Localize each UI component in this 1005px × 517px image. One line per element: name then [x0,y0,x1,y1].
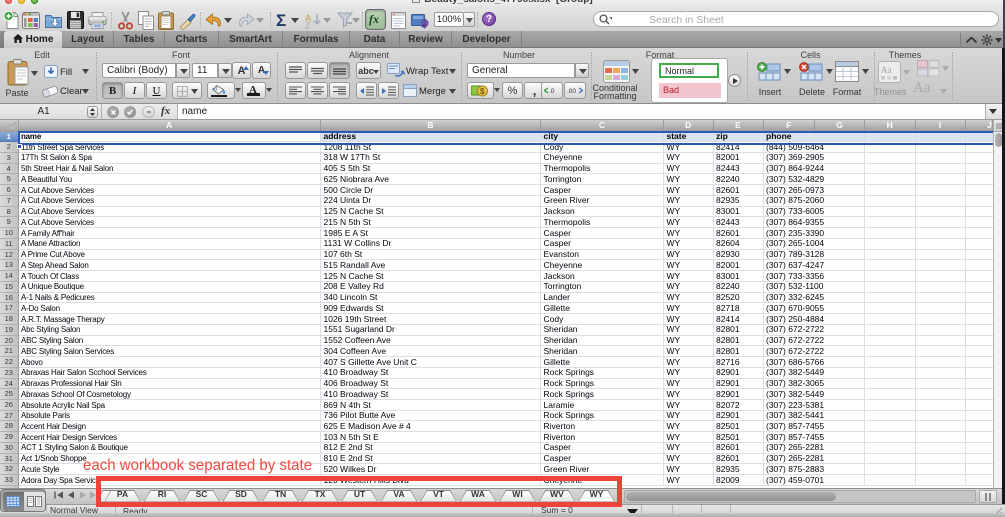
svg-text:$: $ [480,87,485,96]
svg-text:.0: .0 [549,88,555,95]
svg-text:.00: .00 [567,88,576,95]
svg-text:Aa: Aa [881,65,892,75]
